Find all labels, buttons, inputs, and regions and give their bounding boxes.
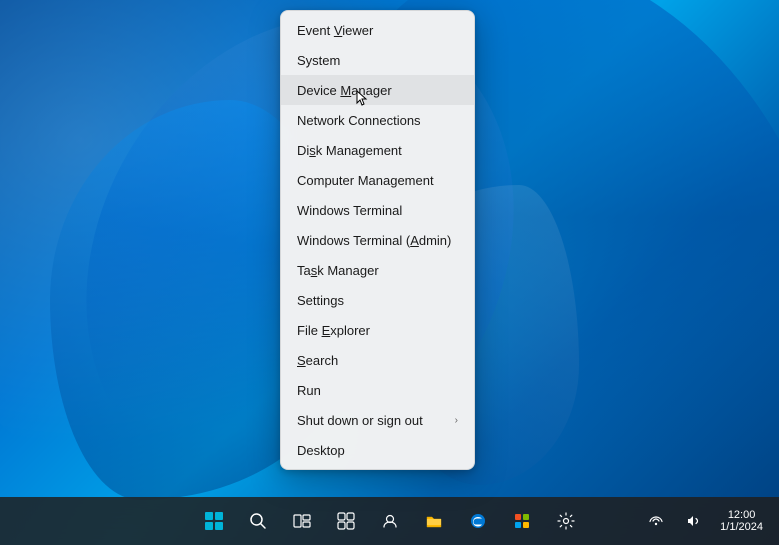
- menu-item-file-explorer[interactable]: File Explorer: [281, 315, 474, 345]
- menu-item-disk-management[interactable]: Disk Management: [281, 135, 474, 165]
- edge-button[interactable]: [458, 501, 498, 541]
- menu-item-search[interactable]: Search: [281, 345, 474, 375]
- menu-item-shutdown[interactable]: Shut down or sign out ›: [281, 405, 474, 435]
- menu-item-label: Network Connections: [297, 113, 421, 128]
- menu-item-settings[interactable]: Settings: [281, 285, 474, 315]
- edge-icon: [469, 512, 487, 530]
- menu-item-windows-terminal-admin[interactable]: Windows Terminal (Admin): [281, 225, 474, 255]
- store-icon: [513, 512, 531, 530]
- menu-item-device-manager[interactable]: Device Manager: [281, 75, 474, 105]
- menu-item-label: Windows Terminal: [297, 203, 402, 218]
- tray-network-icon[interactable]: [638, 501, 674, 541]
- system-tray: 12:00 1/1/2024: [630, 497, 779, 545]
- menu-item-computer-management[interactable]: Computer Management: [281, 165, 474, 195]
- settings-button[interactable]: [546, 501, 586, 541]
- store-button[interactable]: [502, 501, 542, 541]
- settings-icon: [557, 512, 575, 530]
- clock-date: 1/1/2024: [720, 521, 763, 533]
- menu-item-label: Shut down or sign out: [297, 413, 423, 428]
- taskbar: 12:00 1/1/2024: [0, 497, 779, 545]
- search-icon: [249, 512, 267, 530]
- task-view-button[interactable]: [282, 501, 322, 541]
- menu-item-label: Device Manager: [297, 83, 392, 98]
- clock-time: 12:00: [720, 509, 763, 521]
- menu-item-task-manager[interactable]: Task Manager: [281, 255, 474, 285]
- menu-item-label: Windows Terminal (Admin): [297, 233, 451, 248]
- taskbar-center: [194, 501, 586, 541]
- chat-icon: [381, 512, 399, 530]
- menu-item-event-viewer[interactable]: Event Viewer: [281, 15, 474, 45]
- start-button[interactable]: [194, 501, 234, 541]
- menu-item-label: Desktop: [297, 443, 345, 458]
- menu-item-label: Run: [297, 383, 321, 398]
- menu-item-label: Settings: [297, 293, 344, 308]
- task-view-icon: [293, 512, 311, 530]
- file-explorer-button[interactable]: [414, 501, 454, 541]
- widgets-icon: [337, 512, 355, 530]
- menu-item-label: File Explorer: [297, 323, 370, 338]
- windows-logo-icon: [205, 512, 223, 530]
- menu-item-label: Task Manager: [297, 263, 379, 278]
- menu-item-label: Disk Management: [297, 143, 402, 158]
- menu-item-desktop[interactable]: Desktop: [281, 435, 474, 465]
- menu-item-label: Search: [297, 353, 338, 368]
- menu-item-run[interactable]: Run: [281, 375, 474, 405]
- submenu-arrow-icon: ›: [455, 415, 458, 426]
- menu-item-label: Event Viewer: [297, 23, 373, 38]
- tray-volume-icon[interactable]: [676, 501, 712, 541]
- widgets-button[interactable]: [326, 501, 366, 541]
- taskbar-search-button[interactable]: [238, 501, 278, 541]
- folder-icon: [425, 512, 443, 530]
- menu-item-system[interactable]: System: [281, 45, 474, 75]
- tray-icons: [638, 501, 712, 541]
- menu-item-label: System: [297, 53, 340, 68]
- chat-button[interactable]: [370, 501, 410, 541]
- system-clock[interactable]: 12:00 1/1/2024: [712, 509, 771, 533]
- menu-item-network-connections[interactable]: Network Connections: [281, 105, 474, 135]
- context-menu: Event Viewer System Device Manager Netwo…: [280, 10, 475, 470]
- menu-item-label: Computer Management: [297, 173, 434, 188]
- menu-item-windows-terminal[interactable]: Windows Terminal: [281, 195, 474, 225]
